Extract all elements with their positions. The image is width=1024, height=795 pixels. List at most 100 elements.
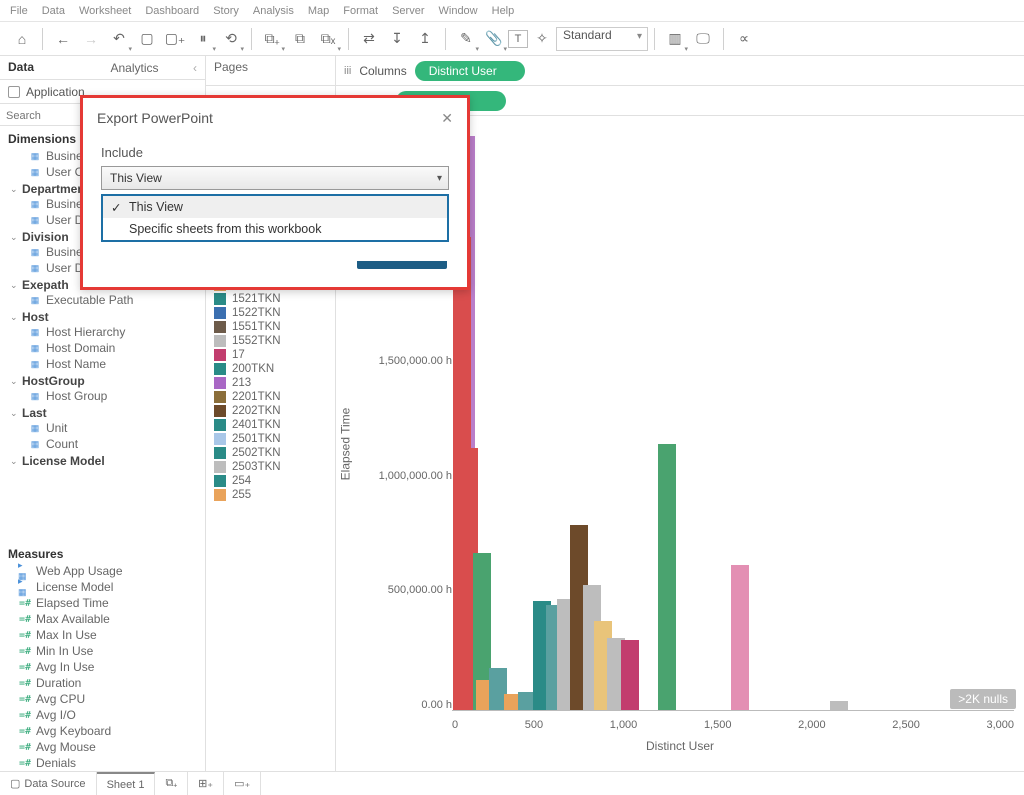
measures-tree: ▸ ▦Web App Usage▸ ▦License Model=#Elapse… [0, 563, 205, 771]
measure-license model[interactable]: ▸ ▦License Model [0, 579, 205, 595]
new-worksheet-icon[interactable]: ⧉₊ [155, 772, 188, 795]
measure-avg cpu[interactable]: =#Avg CPU [0, 691, 205, 707]
bar[interactable] [731, 565, 749, 710]
undo-icon[interactable]: ↶ [105, 25, 133, 53]
menu-analysis[interactable]: Analysis [253, 5, 294, 17]
group-license model[interactable]: ⌄License Model [0, 452, 205, 468]
attachment-icon[interactable]: 📎 [480, 25, 508, 53]
field-host name[interactable]: ▦Host Name [0, 356, 205, 372]
x-axis-label: Distinct User [646, 739, 714, 753]
menu-format[interactable]: Format [343, 5, 378, 17]
refresh-icon[interactable]: ⟲ [217, 25, 245, 53]
menu-server[interactable]: Server [392, 5, 424, 17]
field-unit[interactable]: ▦Unit [0, 420, 205, 436]
nulls-badge[interactable]: >2K nulls [950, 689, 1016, 709]
bar[interactable] [621, 640, 639, 710]
option-this-view[interactable]: This View [103, 196, 447, 218]
legend-item[interactable]: 17 [214, 348, 327, 362]
data-tab[interactable]: Data [0, 56, 103, 79]
datasource-name: Application [26, 85, 85, 99]
dimensions-label: Dimensions [8, 132, 76, 146]
group-last[interactable]: ⌄Last [0, 404, 205, 420]
sort-desc-icon[interactable]: ↥ [411, 25, 439, 53]
fit-select[interactable]: Standard [556, 27, 648, 51]
home-icon[interactable]: ⌂ [8, 25, 36, 53]
field-host hierarchy[interactable]: ▦Host Hierarchy [0, 324, 205, 340]
menu-story[interactable]: Story [213, 5, 239, 17]
group-host[interactable]: ⌄Host [0, 308, 205, 324]
menu-file[interactable]: File [10, 5, 28, 17]
presentation-icon[interactable]: 🖵 [689, 25, 717, 53]
menu-window[interactable]: Window [439, 5, 478, 17]
legend-item[interactable]: 200TKN [214, 362, 327, 376]
include-select[interactable]: This View [101, 166, 449, 190]
columns-shelf[interactable]: iii Columns Distinct User [336, 56, 1024, 85]
include-dropdown: This View Specific sheets from this work… [101, 194, 449, 242]
field-host domain[interactable]: ▦Host Domain [0, 340, 205, 356]
export-button[interactable] [357, 261, 447, 269]
legend-item[interactable]: 2502TKN [214, 446, 327, 460]
legend-item[interactable]: 213 [214, 376, 327, 390]
legend-item[interactable]: 1551TKN [214, 320, 327, 334]
field-host group[interactable]: ▦Host Group [0, 388, 205, 404]
measure-avg in use[interactable]: =#Avg In Use [0, 659, 205, 675]
sort-asc-icon[interactable]: ↧ [383, 25, 411, 53]
legend-item[interactable]: 2201TKN [214, 390, 327, 404]
legend-item[interactable]: 2202TKN [214, 404, 327, 418]
pause-icon[interactable]: ⏸ [189, 25, 217, 53]
measure-avg keyboard[interactable]: =#Avg Keyboard [0, 723, 205, 739]
legend-item[interactable]: 255 [214, 488, 327, 502]
menu-data[interactable]: Data [42, 5, 65, 17]
legend-item[interactable]: 2501TKN [214, 432, 327, 446]
menu-help[interactable]: Help [492, 5, 515, 17]
measure-max available[interactable]: =#Max Available [0, 611, 205, 627]
plot-area [452, 126, 1014, 711]
columns-pill[interactable]: Distinct User [415, 61, 525, 81]
duplicate-icon[interactable]: ⧉ [286, 25, 314, 53]
save-icon[interactable]: ▢ [133, 25, 161, 53]
bar[interactable] [658, 444, 676, 710]
measure-denials[interactable]: =#Denials [0, 755, 205, 771]
new-datasource-icon[interactable]: ▢₊ [161, 25, 189, 53]
legend-item[interactable]: 2401TKN [214, 418, 327, 432]
new-story-icon[interactable]: ▭₊ [224, 772, 261, 795]
option-specific-sheets[interactable]: Specific sheets from this workbook [103, 218, 447, 240]
include-label: Include [101, 145, 449, 160]
legend-item[interactable]: 2503TKN [214, 460, 327, 474]
pages-shelf[interactable]: Pages [206, 56, 336, 85]
field-executable path[interactable]: ▦Executable Path [0, 292, 205, 308]
share-icon[interactable]: ∝ [730, 25, 758, 53]
new-sheet-icon[interactable]: ⧉₊ [258, 25, 286, 53]
legend-item[interactable]: 1552TKN [214, 334, 327, 348]
measure-avg mouse[interactable]: =#Avg Mouse [0, 739, 205, 755]
new-dashboard-icon[interactable]: ⊞₊ [188, 772, 224, 795]
menu-dashboard[interactable]: Dashboard [145, 5, 199, 17]
datasource-icon [8, 86, 20, 98]
pin-icon[interactable]: ✧ [528, 25, 556, 53]
legend-item[interactable]: 1522TKN [214, 306, 327, 320]
field-count[interactable]: ▦Count [0, 436, 205, 452]
legend-item[interactable]: 1521TKN [214, 292, 327, 306]
group-hostgroup[interactable]: ⌄HostGroup [0, 372, 205, 388]
measure-min in use[interactable]: =#Min In Use [0, 643, 205, 659]
sheet1-tab[interactable]: Sheet 1 [97, 772, 156, 795]
menu-map[interactable]: Map [308, 5, 329, 17]
measure-elapsed time[interactable]: =#Elapsed Time [0, 595, 205, 611]
swap-icon[interactable]: ⇄ [355, 25, 383, 53]
text-icon[interactable]: T [508, 30, 528, 48]
bar[interactable] [830, 701, 848, 710]
forward-icon[interactable]: → [77, 25, 105, 53]
measure-max in use[interactable]: =#Max In Use [0, 627, 205, 643]
measure-avg i/o[interactable]: =#Avg I/O [0, 707, 205, 723]
measures-label: Measures [8, 547, 63, 561]
show-cards-icon[interactable]: ▥ [661, 25, 689, 53]
close-icon[interactable]: ✕ [441, 110, 453, 127]
clear-icon[interactable]: ⧉ₓ [314, 25, 342, 53]
menu-worksheet[interactable]: Worksheet [79, 5, 131, 17]
analytics-tab[interactable]: Analytics‹ [103, 56, 206, 79]
back-icon[interactable]: ← [49, 25, 77, 53]
measure-duration[interactable]: =#Duration [0, 675, 205, 691]
data-source-tab[interactable]: ▢Data Source [0, 772, 97, 795]
legend-item[interactable]: 254 [214, 474, 327, 488]
highlight-icon[interactable]: ✎ [452, 25, 480, 53]
